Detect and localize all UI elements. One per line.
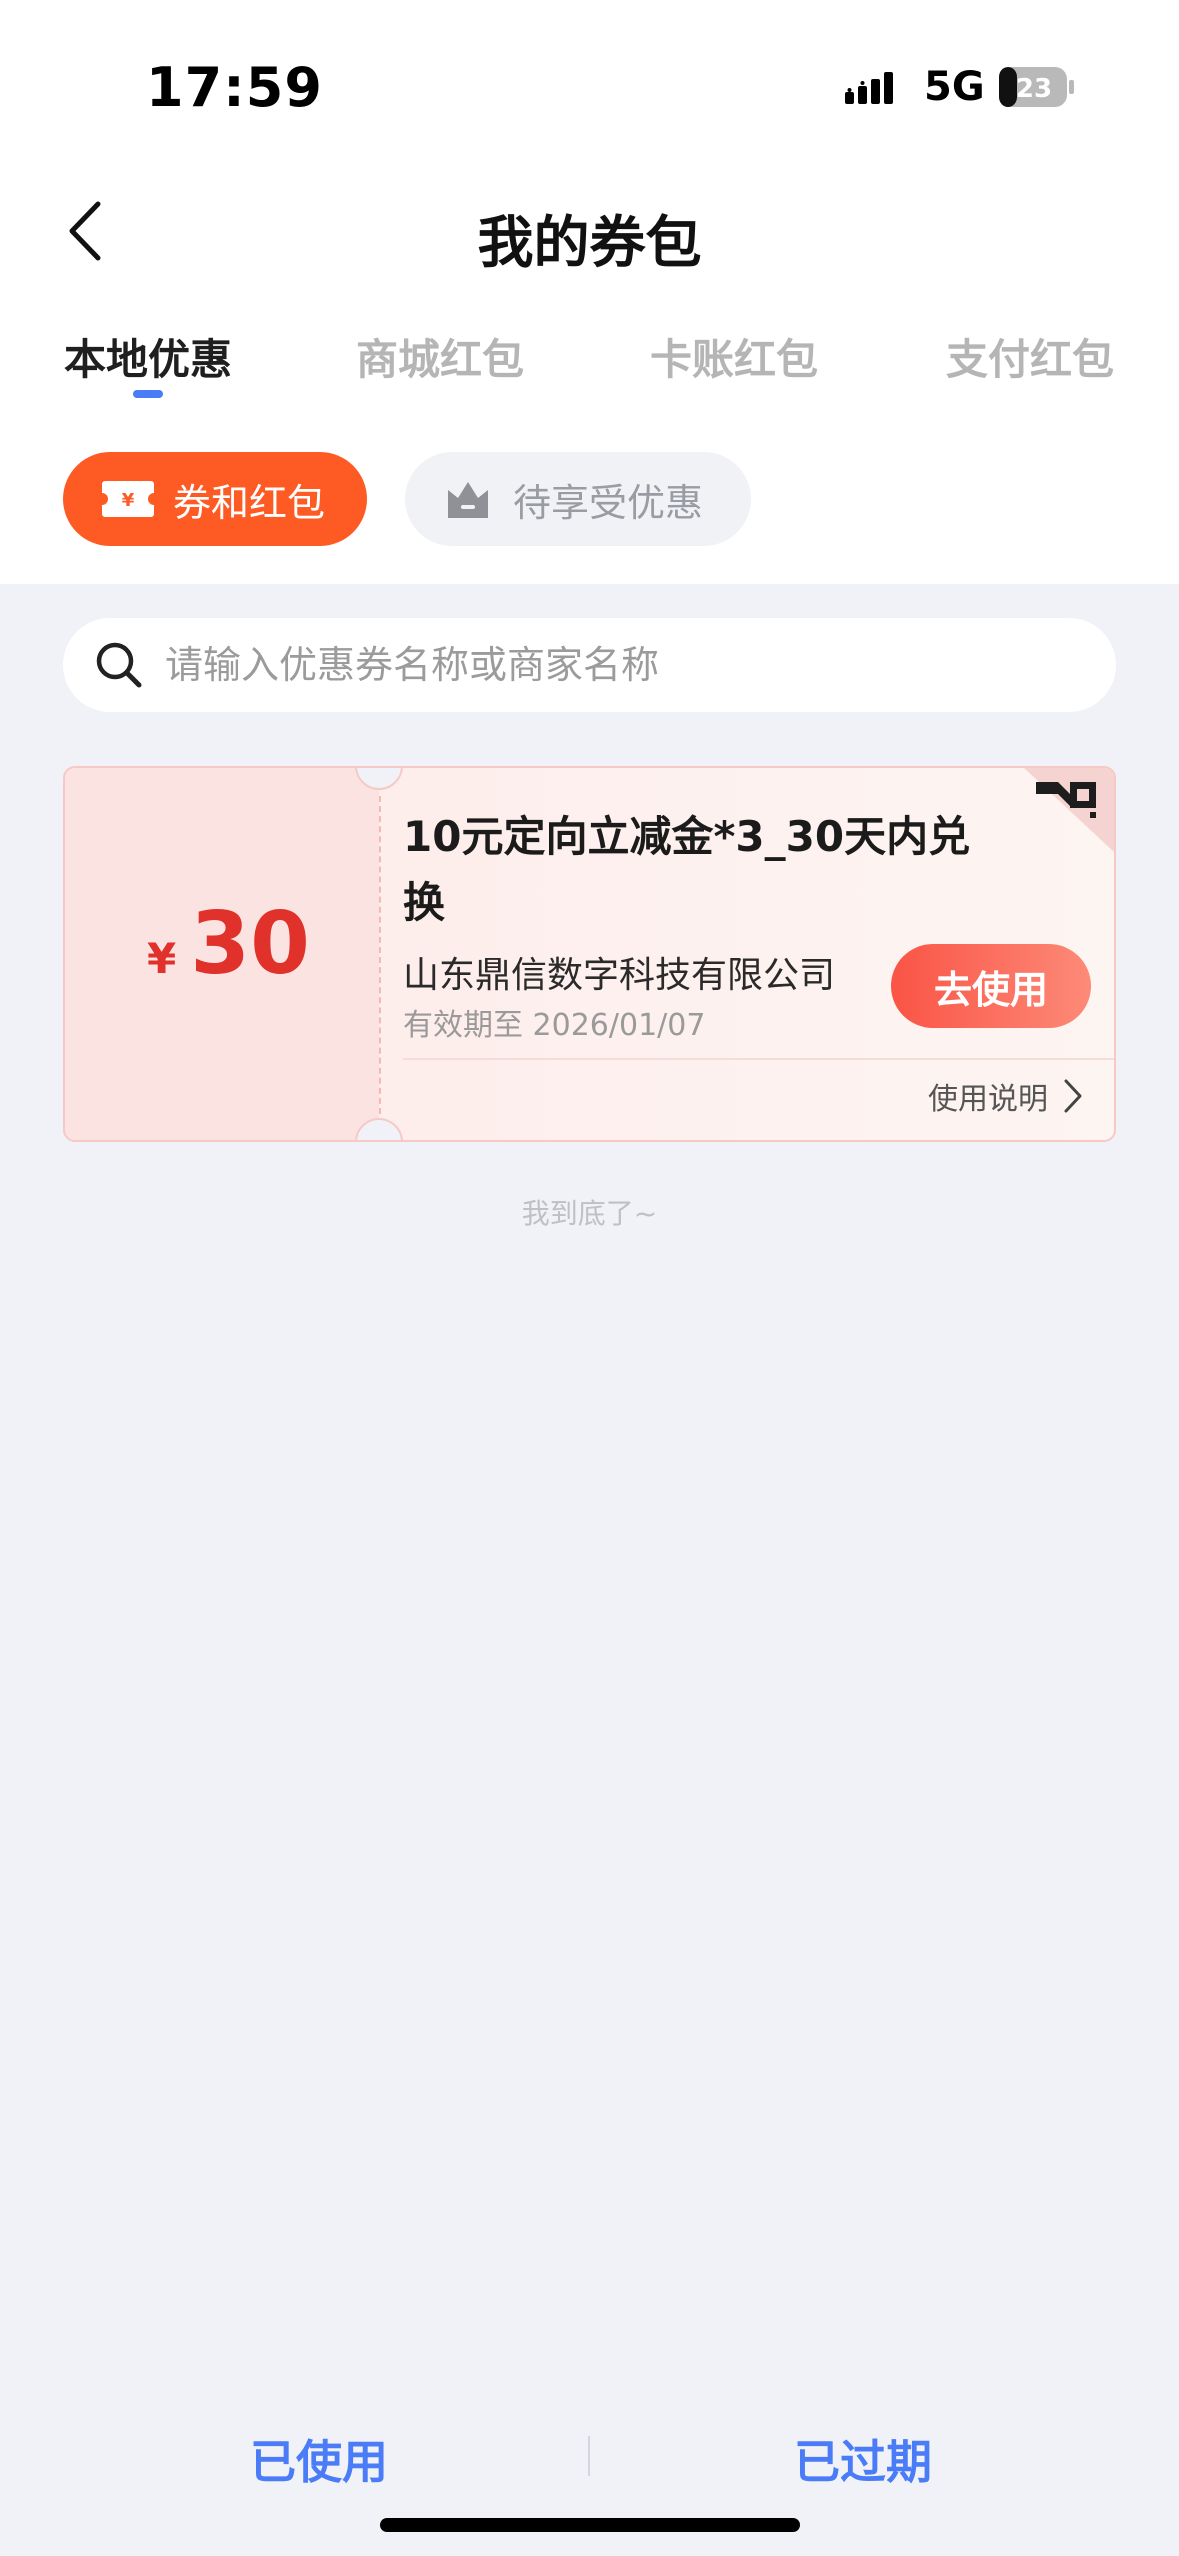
filter-pending-label: 待享受优惠 <box>513 480 704 525</box>
usage-instructions-link[interactable]: 使用说明 <box>928 1074 1084 1118</box>
expired-coupons-button[interactable]: 已过期 <box>794 2426 932 2492</box>
qr-code-icon[interactable] <box>1024 768 1114 852</box>
battery-icon: 23 <box>999 67 1074 107</box>
filter-pending-chip[interactable]: 待享受优惠 <box>405 452 751 546</box>
tab-local-offers[interactable]: 本地优惠 <box>64 326 232 387</box>
status-time: 17:59 <box>146 56 323 119</box>
coupon-amount: ¥ 30 <box>147 894 310 994</box>
home-indicator[interactable] <box>380 2518 800 2532</box>
tab-payment-red-packets[interactable]: 支付红包 <box>946 326 1114 387</box>
cellular-signal-icon <box>845 72 893 104</box>
search-icon <box>96 642 142 688</box>
page-title: 我的券包 <box>477 211 702 276</box>
usage-instructions-label: 使用说明 <box>928 1082 1048 1117</box>
coupon-amount-value: 30 <box>190 894 310 994</box>
filter-coupons-label: 券和红包 <box>173 480 326 525</box>
coupon-merchant: 山东鼎信数字科技有限公司 <box>403 955 836 996</box>
network-type: 5G <box>924 64 985 110</box>
search-bar[interactable] <box>63 618 1116 712</box>
coupon-divider <box>379 796 381 1114</box>
tab-card-account-red-packets[interactable]: 卡账红包 <box>650 326 818 387</box>
crown-icon <box>448 482 488 518</box>
battery-level: 23 <box>1016 74 1052 104</box>
bottom-divider <box>588 2436 590 2476</box>
card-separator <box>403 1058 1114 1060</box>
tab-mall-red-packets[interactable]: 商城红包 <box>356 326 524 387</box>
page: 17:59 5G 23 我的券包 本地优惠 商城红包 卡账红包 支付红包 ¥ 券… <box>0 0 1179 2556</box>
coupon-title: 10元定向立减金*3_30天内兑换 <box>403 812 971 927</box>
chevron-right-icon <box>1064 1079 1082 1113</box>
used-coupons-button[interactable]: 已使用 <box>250 2426 388 2492</box>
active-tab-indicator <box>133 390 163 398</box>
coupon-card[interactable]: ¥ 30 10元定向立减金*3_30天内兑换 山东鼎信数字科技有限公司 有效期至… <box>63 766 1116 1142</box>
use-coupon-button[interactable]: 去使用 <box>891 944 1091 1028</box>
currency-symbol: ¥ <box>147 934 177 983</box>
svg-text:¥: ¥ <box>122 490 135 511</box>
coupon-expiry: 有效期至 2026/01/07 <box>403 1008 706 1043</box>
filter-coupons-chip[interactable]: ¥ 券和红包 <box>63 452 367 546</box>
end-of-list-text: 我到底了~ <box>521 1197 658 1230</box>
coupon-icon: ¥ <box>102 481 154 517</box>
search-input[interactable] <box>165 643 1045 687</box>
